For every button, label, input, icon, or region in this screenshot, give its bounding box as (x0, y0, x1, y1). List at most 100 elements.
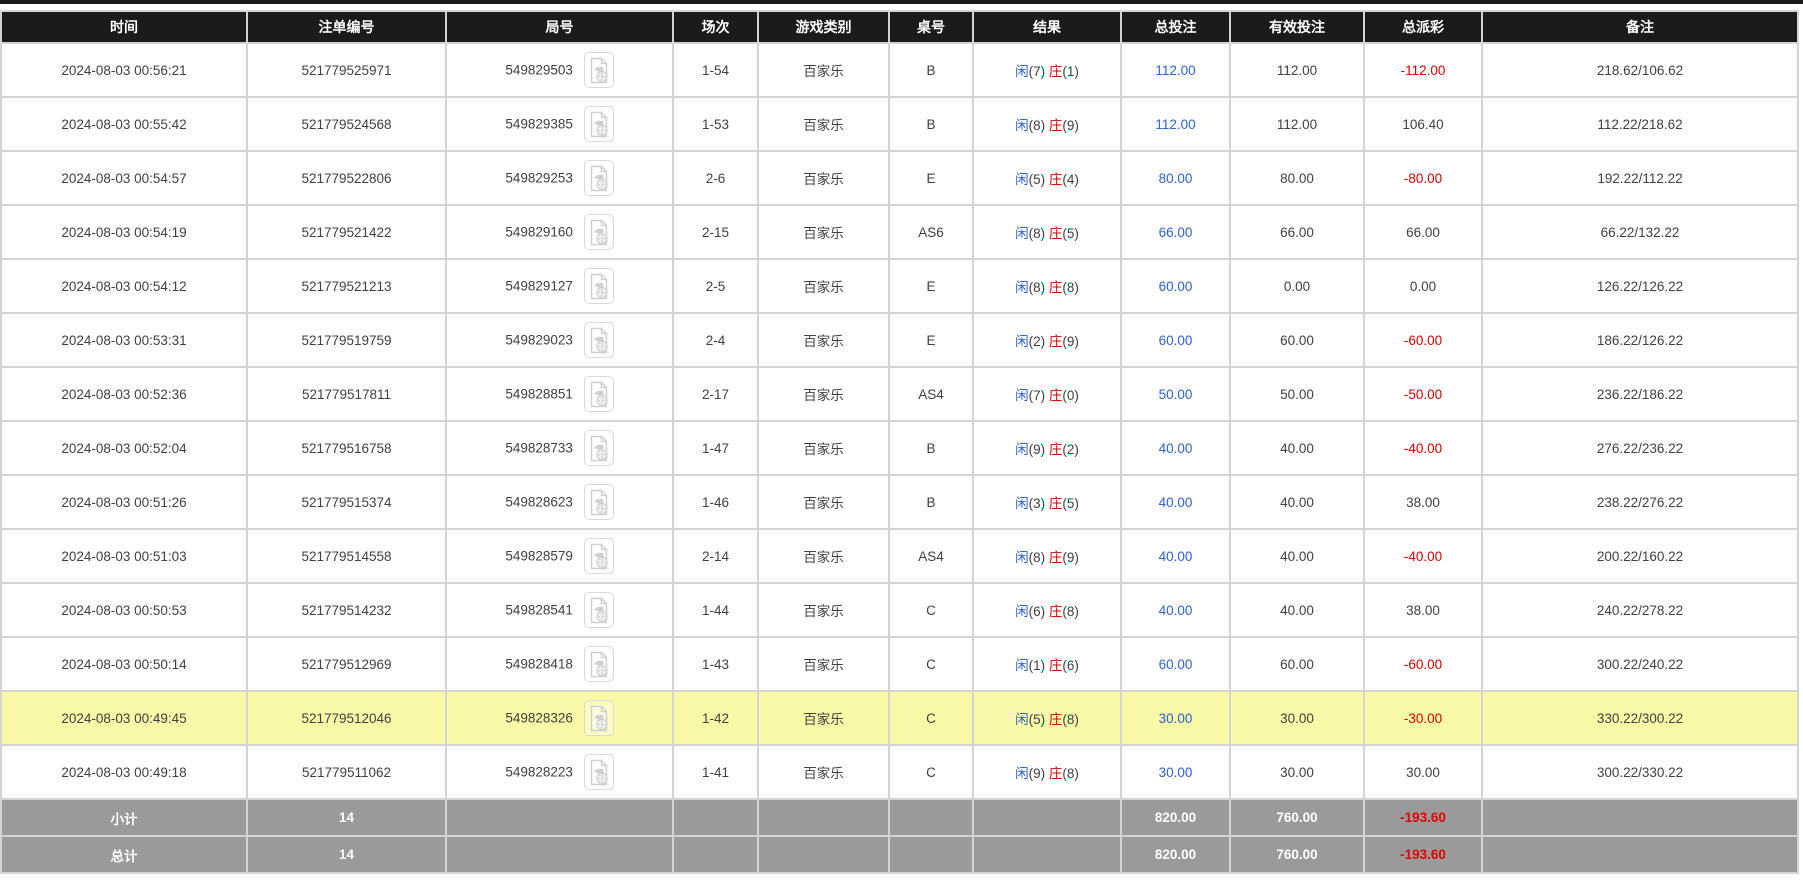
cell-total-bet: 50.00 (1121, 367, 1230, 421)
result-player-score: (9) (1029, 766, 1049, 781)
cell-result: 闲(2) 庄(9) (973, 313, 1121, 367)
cell-time: 2024-08-03 00:54:12 (1, 259, 247, 313)
video-replay-button[interactable] (584, 430, 614, 466)
cell-time: 2024-08-03 00:51:03 (1, 529, 247, 583)
cell-bet-id: 521779525971 (247, 43, 446, 97)
video-replay-icon (589, 327, 609, 354)
result-banker-score: (9) (1062, 550, 1079, 565)
summary-table-no (889, 799, 973, 836)
cell-game-type: 百家乐 (758, 421, 889, 475)
result-player-score: (2) (1029, 334, 1049, 349)
cell-valid-bet: 60.00 (1230, 637, 1364, 691)
cell-table-no: C (889, 691, 973, 745)
result-banker-label: 庄 (1049, 64, 1063, 79)
cell-payout: 106.40 (1364, 97, 1482, 151)
summary-label: 总计 (1, 836, 247, 873)
cell-payout: 38.00 (1364, 475, 1482, 529)
cell-bet-id: 521779512969 (247, 637, 446, 691)
cell-remark: 192.22/112.22 (1482, 151, 1798, 205)
cell-time: 2024-08-03 00:49:18 (1, 745, 247, 799)
result-banker-score: (6) (1062, 658, 1079, 673)
cell-result: 闲(9) 庄(2) (973, 421, 1121, 475)
result-player-score: (5) (1029, 712, 1049, 727)
cell-bet-id: 521779521213 (247, 259, 446, 313)
summary-table-no (889, 836, 973, 873)
cell-result: 闲(7) 庄(1) (973, 43, 1121, 97)
table-row: 2024-08-03 00:54:57521779522806549829253… (1, 151, 1798, 205)
cell-valid-bet: 112.00 (1230, 43, 1364, 97)
cell-total-bet: 60.00 (1121, 637, 1230, 691)
round-id-text: 549828541 (505, 603, 573, 618)
result-player-label: 闲 (1015, 658, 1029, 673)
cell-result: 闲(8) 庄(9) (973, 529, 1121, 583)
table-footer: 小计14820.00760.00-193.60总计14820.00760.00-… (1, 799, 1798, 873)
table-row: 2024-08-03 00:50:14521779512969549828418… (1, 637, 1798, 691)
bet-records-section: 时间注单编号局号场次游戏类别桌号结果总投注有效投注总派彩备注 2024-08-0… (0, 10, 1803, 874)
video-replay-button[interactable] (584, 106, 614, 142)
summary-total-bet: 820.00 (1121, 799, 1230, 836)
video-replay-button[interactable] (584, 160, 614, 196)
cell-game-type: 百家乐 (758, 313, 889, 367)
cell-result: 闲(5) 庄(8) (973, 691, 1121, 745)
cell-payout: -60.00 (1364, 637, 1482, 691)
video-replay-button[interactable] (584, 214, 614, 250)
video-replay-button[interactable] (584, 700, 614, 736)
cell-total-bet: 40.00 (1121, 529, 1230, 583)
result-player-label: 闲 (1015, 604, 1029, 619)
result-player-label: 闲 (1015, 172, 1029, 187)
cell-remark: 300.22/330.22 (1482, 745, 1798, 799)
video-replay-button[interactable] (584, 754, 614, 790)
cell-round-id: 549829503 (446, 43, 673, 97)
cell-valid-bet: 30.00 (1230, 691, 1364, 745)
column-header-session: 场次 (673, 11, 758, 43)
cell-table-no: E (889, 151, 973, 205)
cell-remark: 66.22/132.22 (1482, 205, 1798, 259)
result-banker-label: 庄 (1049, 280, 1063, 295)
cell-game-type: 百家乐 (758, 151, 889, 205)
cell-valid-bet: 0.00 (1230, 259, 1364, 313)
result-player-score: (1) (1029, 658, 1049, 673)
round-id-text: 549828579 (505, 549, 573, 564)
summary-valid-bet: 760.00 (1230, 836, 1364, 873)
video-replay-icon (589, 489, 609, 516)
video-replay-button[interactable] (584, 376, 614, 412)
summary-session (673, 836, 758, 873)
cell-table-no: AS6 (889, 205, 973, 259)
cell-result: 闲(8) 庄(5) (973, 205, 1121, 259)
cell-valid-bet: 40.00 (1230, 529, 1364, 583)
cell-payout: 30.00 (1364, 745, 1482, 799)
result-banker-score: (9) (1062, 334, 1079, 349)
summary-label: 小计 (1, 799, 247, 836)
cell-session: 2-15 (673, 205, 758, 259)
video-replay-button[interactable] (584, 484, 614, 520)
column-header-payout: 总派彩 (1364, 11, 1482, 43)
cell-session: 2-4 (673, 313, 758, 367)
video-replay-button[interactable] (584, 538, 614, 574)
result-banker-label: 庄 (1049, 226, 1063, 241)
cell-session: 2-17 (673, 367, 758, 421)
cell-bet-id: 521779524568 (247, 97, 446, 151)
summary-row-total: 总计14820.00760.00-193.60 (1, 836, 1798, 873)
video-replay-button[interactable] (584, 52, 614, 88)
cell-game-type: 百家乐 (758, 43, 889, 97)
video-replay-button[interactable] (584, 592, 614, 628)
cell-remark: 112.22/218.62 (1482, 97, 1798, 151)
result-player-label: 闲 (1015, 550, 1029, 565)
result-player-label: 闲 (1015, 280, 1029, 295)
top-border-bar (0, 0, 1803, 4)
cell-session: 1-46 (673, 475, 758, 529)
cell-round-id: 549829127 (446, 259, 673, 313)
summary-result (973, 836, 1121, 873)
cell-session: 1-43 (673, 637, 758, 691)
cell-remark: 218.62/106.62 (1482, 43, 1798, 97)
column-header-round-id: 局号 (446, 11, 673, 43)
cell-result: 闲(8) 庄(8) (973, 259, 1121, 313)
video-replay-button[interactable] (584, 646, 614, 682)
cell-bet-id: 521779516758 (247, 421, 446, 475)
video-replay-icon (589, 759, 609, 786)
cell-valid-bet: 112.00 (1230, 97, 1364, 151)
cell-result: 闲(6) 庄(8) (973, 583, 1121, 637)
video-replay-button[interactable] (584, 268, 614, 304)
cell-payout: -50.00 (1364, 367, 1482, 421)
video-replay-button[interactable] (584, 322, 614, 358)
